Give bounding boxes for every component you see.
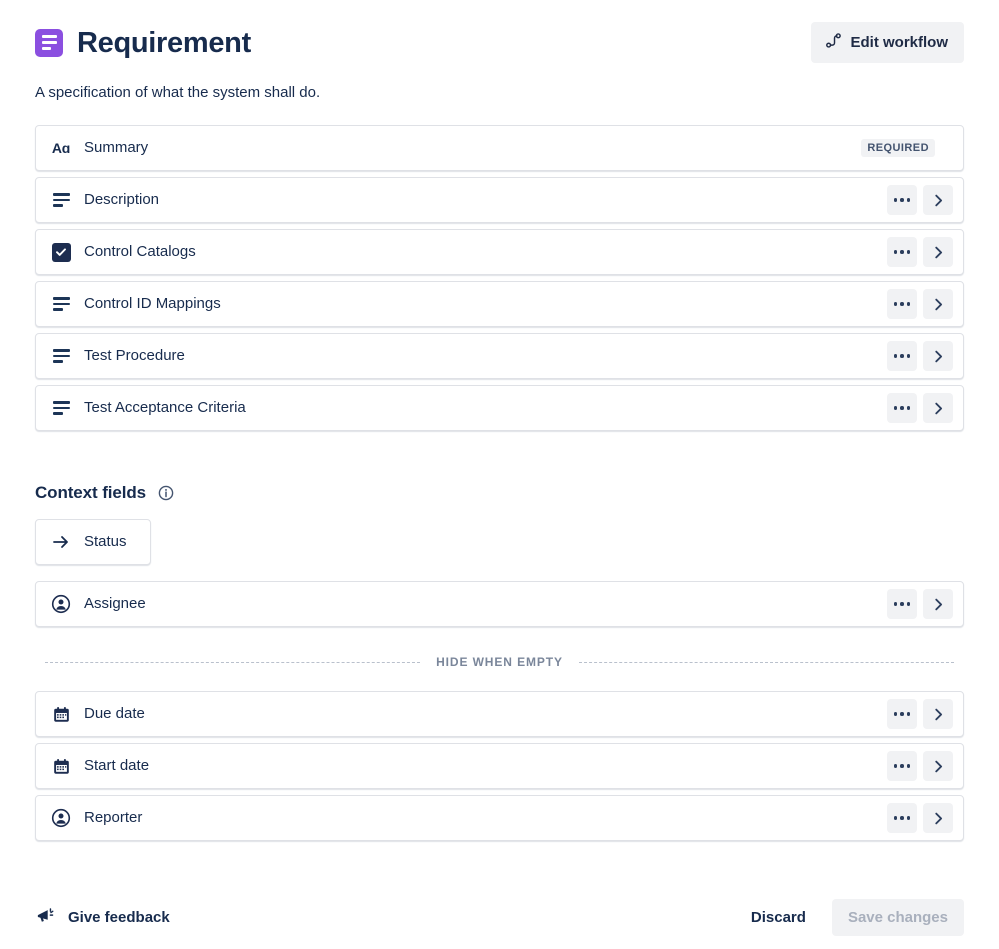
give-feedback-label: Give feedback [68,909,170,926]
chevron-right-icon[interactable] [923,803,953,833]
hidden-field-list: Due date Start date Reporter [0,691,999,841]
field-label: Summary [84,138,861,158]
context-field-list: Assignee [0,581,999,627]
workflow-nodes-icon [825,32,842,53]
required-badge: REQUIRED [861,139,935,157]
info-circle-icon[interactable] [158,485,174,501]
more-options-icon[interactable] [887,589,917,619]
divider-line-left [45,662,420,663]
chevron-right-icon[interactable] [923,341,953,371]
paragraph-icon [50,345,72,367]
row-actions [887,393,953,423]
more-options-icon[interactable] [887,393,917,423]
chevron-right-icon[interactable] [923,589,953,619]
title-group: Requirement [35,26,251,60]
status-field-card[interactable]: Status [35,519,151,565]
field-row[interactable]: Test Procedure [35,333,964,379]
field-list: Aɑ SummaryREQUIRED Description Control Cata… [0,125,999,431]
more-options-icon[interactable] [887,289,917,319]
more-options-icon[interactable] [887,341,917,371]
chevron-right-icon[interactable] [923,751,953,781]
field-label: Description [84,190,887,210]
field-label: Test Procedure [84,346,887,366]
row-actions [887,751,953,781]
chevron-right-icon[interactable] [923,393,953,423]
context-fields-header: Context fields [0,483,999,503]
field-row[interactable]: Start date [35,743,964,789]
more-options-icon[interactable] [887,185,917,215]
megaphone-icon [35,905,56,930]
page-header: Requirement Edit workflow [0,0,999,63]
calendar-icon [50,755,72,777]
field-label: Control Catalogs [84,242,887,262]
edit-workflow-button[interactable]: Edit workflow [811,22,965,63]
row-actions [887,185,953,215]
hide-when-empty-divider: HIDE WHEN EMPTY [0,655,999,669]
give-feedback-button[interactable]: Give feedback [35,905,170,930]
save-changes-button: Save changes [832,899,964,936]
field-row[interactable]: Test Acceptance Criteria [35,385,964,431]
paragraph-icon [50,189,72,211]
row-actions [887,341,953,371]
field-label: Assignee [84,594,887,614]
user-avatar-icon [50,807,72,829]
row-actions [887,699,953,729]
footer-buttons: Discard Save changes [737,899,964,936]
divider-label: HIDE WHEN EMPTY [436,655,563,669]
page-subtitle: A specification of what the system shall… [0,63,999,103]
paragraph-icon [50,397,72,419]
field-label: Test Acceptance Criteria [84,398,887,418]
chevron-right-icon[interactable] [923,237,953,267]
field-row[interactable]: Aɑ SummaryREQUIRED [35,125,964,171]
text-aa-icon: Aɑ [50,137,72,159]
context-fields-title: Context fields [35,483,146,503]
field-row[interactable]: Due date [35,691,964,737]
calendar-icon [50,703,72,725]
edit-workflow-label: Edit workflow [851,34,949,51]
chevron-right-icon[interactable] [923,185,953,215]
field-row[interactable]: Control ID Mappings [35,281,964,327]
field-label: Control ID Mappings [84,294,887,314]
chevron-right-icon[interactable] [923,289,953,319]
field-label: Start date [84,756,887,776]
user-avatar-icon [50,593,72,615]
footer-action-bar: Give feedback Discard Save changes [0,885,999,949]
paragraph-icon [50,293,72,315]
page-title: Requirement [77,26,251,60]
more-options-icon[interactable] [887,751,917,781]
arrow-right-icon [50,531,72,553]
more-options-icon[interactable] [887,237,917,267]
row-actions [887,589,953,619]
more-options-icon[interactable] [887,699,917,729]
chevron-right-icon[interactable] [923,699,953,729]
workflow-field-editor-page: Requirement Edit workflow A specificatio… [0,0,999,949]
divider-line-right [579,662,954,663]
requirement-document-icon [35,29,63,57]
field-row[interactable]: Description [35,177,964,223]
checkbox-icon [50,241,72,263]
field-label: Due date [84,704,887,724]
field-label: Reporter [84,808,887,828]
discard-button[interactable]: Discard [737,899,820,936]
status-field-label: Status [84,532,136,552]
row-actions [887,289,953,319]
field-row[interactable]: Control Catalogs [35,229,964,275]
more-options-icon[interactable] [887,803,917,833]
row-actions [887,803,953,833]
field-row[interactable]: Reporter [35,795,964,841]
row-actions [887,237,953,267]
field-row[interactable]: Assignee [35,581,964,627]
